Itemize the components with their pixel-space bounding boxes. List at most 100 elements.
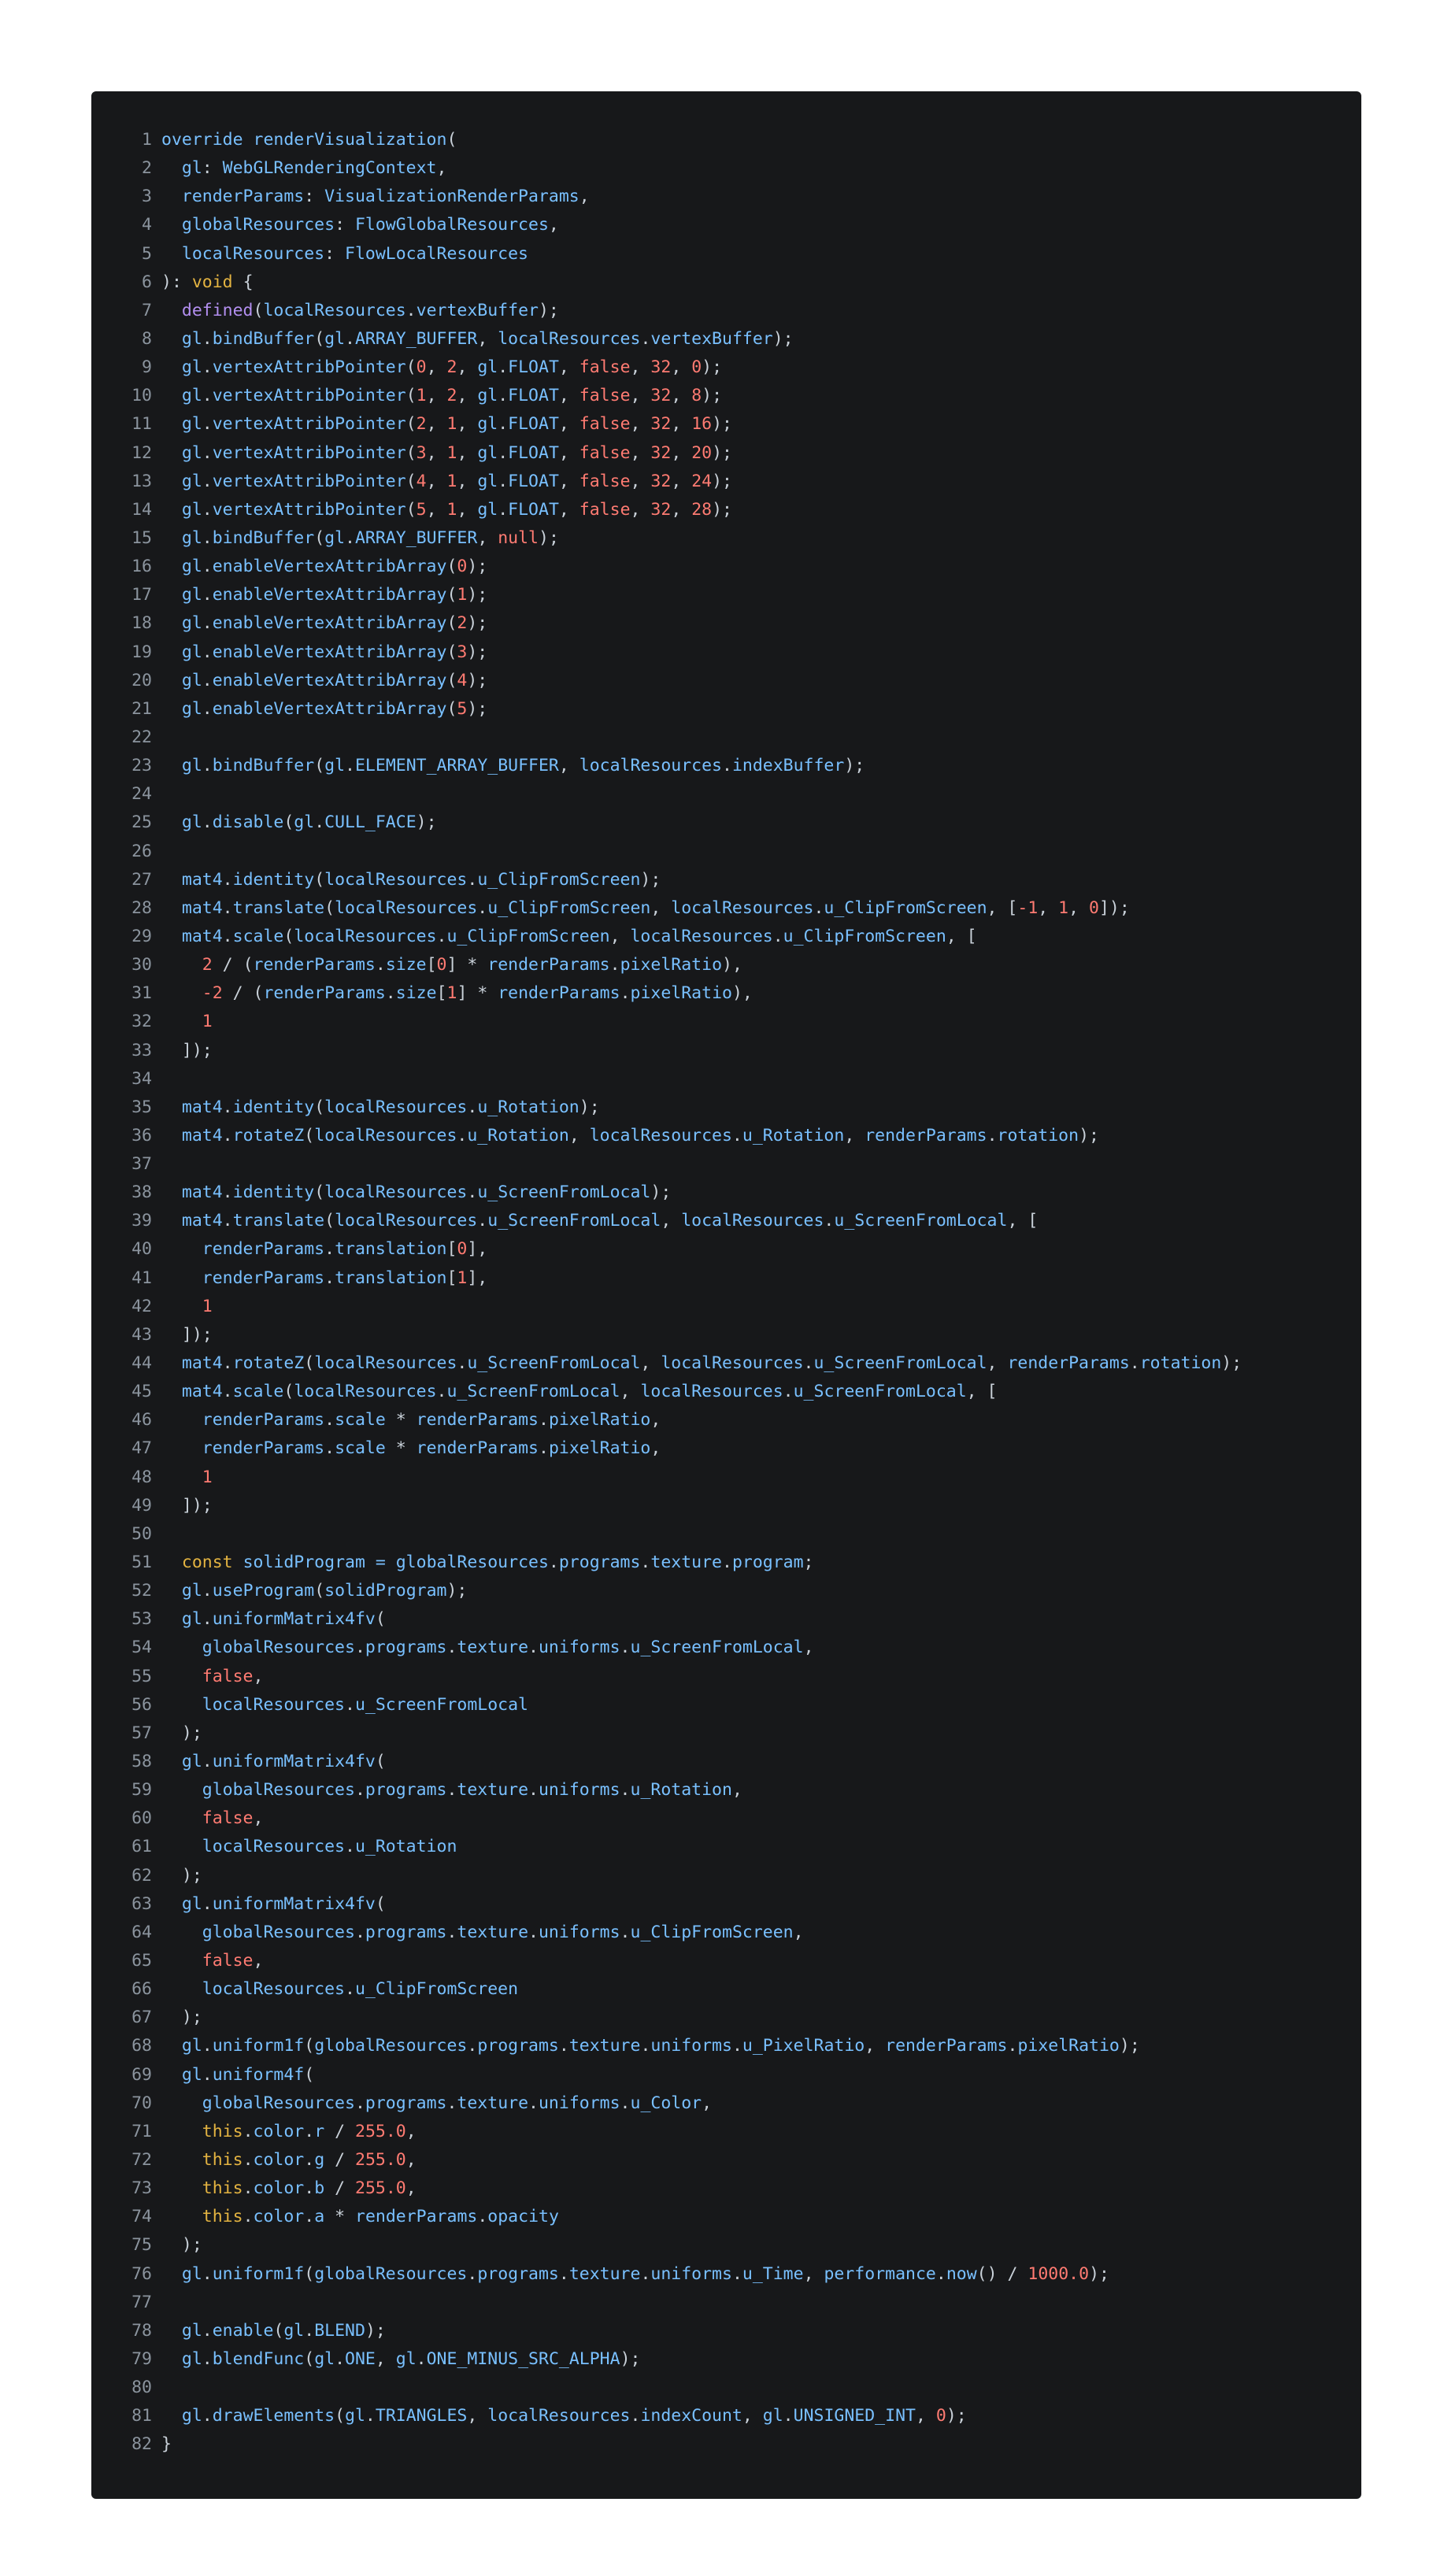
- line-number: 82: [131, 2434, 152, 2455]
- code-token: .: [202, 328, 213, 349]
- code-token: (: [314, 328, 325, 349]
- code-token: .: [477, 2207, 488, 2227]
- code-text: gl.enableVertexAttribArray(4);: [161, 667, 1361, 695]
- code-token: globalResources: [161, 1780, 355, 1801]
- code-token: .: [222, 1382, 233, 1402]
- code-token: scale: [335, 1438, 386, 1459]
- code-token: u_ScreenFromLocal: [630, 1638, 804, 1658]
- code-token: );: [467, 642, 488, 662]
- code-token: ,: [558, 414, 579, 435]
- code-token: r: [314, 2121, 325, 2141]
- code-text: ]);: [161, 1492, 1361, 1520]
- code-token: (: [446, 557, 457, 577]
- code-token: .: [222, 1125, 233, 1146]
- code-token: b: [314, 2178, 325, 2199]
- code-token: );: [844, 756, 865, 776]
- code-token: gl: [161, 2036, 202, 2056]
- code-token: );: [946, 2406, 967, 2426]
- code-token: bindBuffer: [212, 527, 315, 548]
- code-token: .: [620, 1780, 631, 1801]
- code-token: ,: [426, 499, 447, 520]
- code-token: gl: [161, 2064, 202, 2085]
- code-token: localResources: [263, 300, 406, 320]
- code-token: ,: [457, 386, 478, 406]
- code-token: identity: [232, 869, 315, 890]
- code-token: (: [304, 1353, 315, 1374]
- code-token: .: [202, 2036, 213, 2056]
- code-token: texture: [457, 2093, 529, 2113]
- code-token: ,: [558, 386, 579, 406]
- code-token: ,: [457, 499, 478, 520]
- line-number: 16: [131, 557, 152, 577]
- code-token: -2: [202, 983, 223, 1004]
- code-text: globalResources.programs.texture.uniform…: [161, 1634, 1361, 1662]
- line-number: 50: [131, 1523, 152, 1544]
- code-text: false,: [161, 1663, 1361, 1691]
- code-token: .: [222, 1211, 233, 1231]
- code-token: ,: [558, 442, 579, 463]
- code-token: *: [385, 1410, 417, 1430]
- code-token: .: [630, 2406, 641, 2426]
- code-line: 59 globalResources.programs.texture.unif…: [91, 1776, 1361, 1804]
- code-line: 66 localResources.u_ClipFromScreen: [91, 1975, 1361, 2004]
- line-number: 72: [131, 2149, 152, 2170]
- code-token: u_ScreenFromLocal: [487, 1211, 661, 1231]
- code-text: gl.enableVertexAttribArray(5);: [161, 695, 1361, 724]
- line-number: 3: [142, 187, 152, 207]
- code-token: renderParams: [416, 1438, 539, 1459]
- code-token: 255.0: [355, 2149, 406, 2170]
- code-text: gl.enable(gl.BLEND);: [161, 2317, 1361, 2345]
- code-line: 31 -2 / (renderParams.size[1] * renderPa…: [91, 979, 1361, 1008]
- code-line: 36 mat4.rotateZ(localResources.u_Rotatio…: [91, 1122, 1361, 1150]
- code-token: .: [446, 2093, 457, 2113]
- code-text: renderParams.scale * renderParams.pixelR…: [161, 1406, 1361, 1434]
- code-token: .: [324, 1268, 335, 1288]
- line-number: 10: [131, 386, 152, 406]
- code-line: 50: [91, 1520, 1361, 1549]
- code-token: .: [783, 1382, 794, 1402]
- code-token: gl: [477, 357, 498, 378]
- code-token: u_Rotation: [467, 1125, 569, 1146]
- code-text: mat4.rotateZ(localResources.u_ScreenFrom…: [161, 1349, 1361, 1378]
- code-token: localResources: [161, 1979, 345, 2000]
- code-token: mat4: [161, 1183, 223, 1203]
- code-token: 32: [650, 357, 672, 378]
- line-number: 27: [131, 869, 152, 890]
- code-line: 25 gl.disable(gl.CULL_FACE);: [91, 809, 1361, 837]
- code-text: globalResources.programs.texture.uniform…: [161, 1776, 1361, 1804]
- code-token: }: [161, 2434, 172, 2455]
- code-text: gl.vertexAttribPointer(3, 1, gl.FLOAT, f…: [161, 439, 1361, 468]
- code-token: );: [579, 1097, 600, 1117]
- code-token: u_Rotation: [630, 1780, 732, 1801]
- code-text: gl.vertexAttribPointer(0, 2, gl.FLOAT, f…: [161, 353, 1361, 382]
- code-token: renderVisualization: [253, 130, 447, 150]
- code-token: (: [405, 499, 417, 520]
- code-token: u_ClipFromScreen: [824, 898, 987, 918]
- code-text: mat4.rotateZ(localResources.u_Rotation, …: [161, 1122, 1361, 1150]
- code-token: .: [202, 1581, 213, 1601]
- code-token: .: [477, 1211, 488, 1231]
- code-token: .: [721, 756, 732, 776]
- line-number: 36: [131, 1125, 152, 1146]
- code-token: enableVertexAttribArray: [212, 613, 447, 634]
- code-line: 62 );: [91, 1862, 1361, 1890]
- code-token: ,: [253, 1666, 264, 1686]
- code-token: void: [191, 272, 233, 292]
- code-token: localResources: [294, 926, 437, 946]
- code-token: 28: [691, 499, 713, 520]
- code-token: 0: [457, 557, 468, 577]
- code-token: ,: [803, 1638, 814, 1658]
- code-token: ,: [426, 357, 447, 378]
- line-number: 32: [131, 1012, 152, 1032]
- code-token: );: [467, 585, 488, 605]
- code-token: ONE_MINUS_SRC_ALPHA: [426, 2348, 620, 2369]
- code-token: .: [202, 812, 213, 833]
- line-number: 51: [131, 1553, 152, 1573]
- code-token: 1000.0: [1027, 2263, 1090, 2284]
- code-text: mat4.identity(localResources.u_ScreenFro…: [161, 1179, 1361, 1207]
- code-token: ,: [426, 414, 447, 435]
- code-token: renderParams: [1007, 1353, 1130, 1374]
- code-line: 6): void {: [91, 268, 1361, 297]
- line-number: 9: [142, 357, 152, 378]
